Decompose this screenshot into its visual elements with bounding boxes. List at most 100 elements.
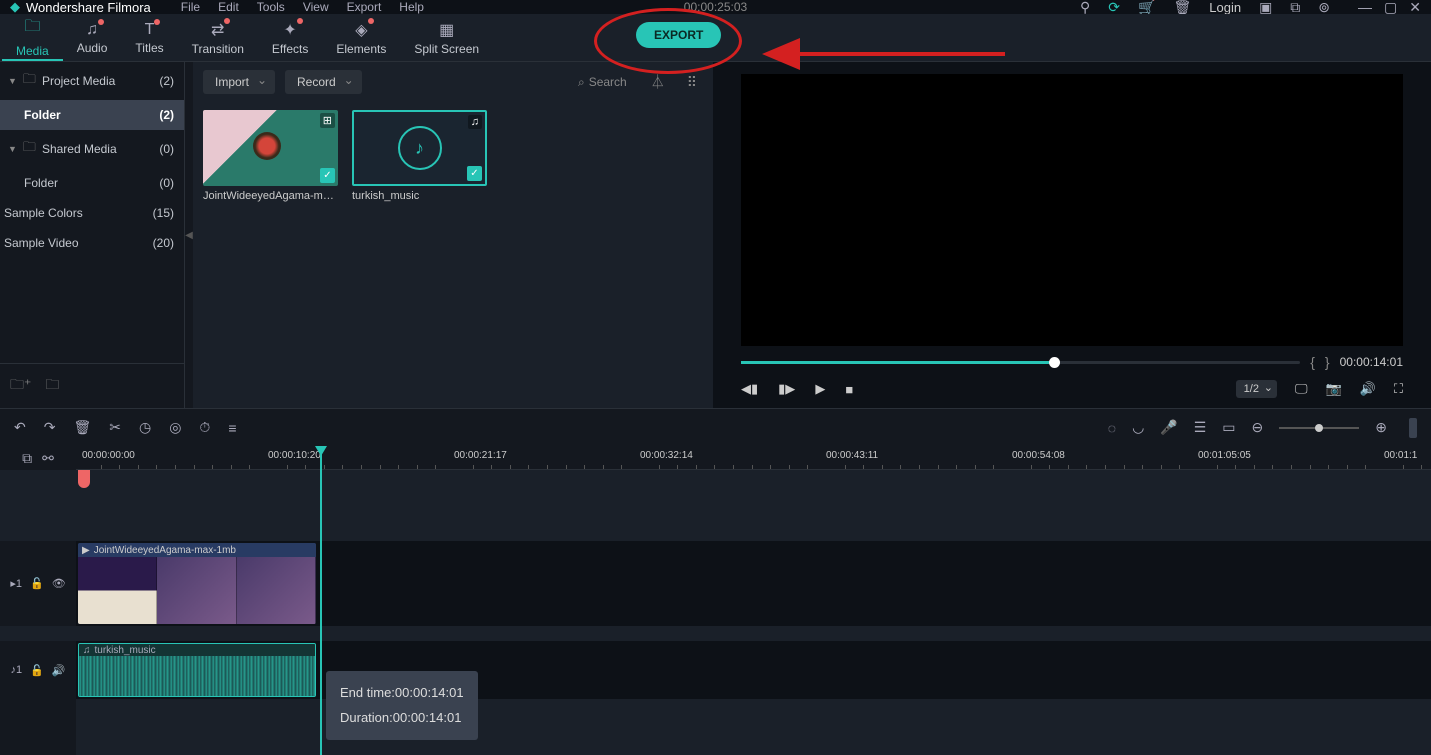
copy-icon[interactable]: ⧉ bbox=[22, 450, 32, 467]
new-folder-icon[interactable]: 🗀⁺ bbox=[10, 374, 31, 398]
mark-out-icon[interactable]: } bbox=[1325, 354, 1330, 370]
menu-file[interactable]: File bbox=[181, 0, 200, 14]
marker-icon[interactable]: ◡ bbox=[1132, 419, 1144, 436]
media-panel: Import Record ⌕ Search ⏃ ⠿ ⊞ ✓ JointWide… bbox=[193, 62, 713, 408]
link-icon[interactable]: ⚯ bbox=[42, 450, 54, 467]
timeline-toolbar: ↶ ↷ 🗑 ✂ ◷ ◎ ⏱ ≡ ◌ ◡ 🎤 ☰ ▭ ⊖ ⊕ bbox=[0, 408, 1431, 446]
lock-icon[interactable]: 🔓 bbox=[30, 577, 44, 590]
preview-video[interactable] bbox=[741, 74, 1403, 346]
speed-icon[interactable]: ◷ bbox=[139, 419, 151, 436]
play-small-icon: ▶ bbox=[82, 545, 90, 556]
sidebar-collapse[interactable]: ◀ bbox=[185, 62, 193, 408]
folder-icon: 🗀 bbox=[23, 70, 36, 92]
tab-label: Media bbox=[16, 44, 49, 58]
video-track-header: ▸1 🔓 👁 bbox=[0, 541, 76, 626]
preview-ratio-select[interactable]: 1/2 bbox=[1236, 380, 1277, 398]
zoom-out-icon[interactable]: ⊖ bbox=[1252, 419, 1264, 436]
lock-icon[interactable]: 🔓 bbox=[30, 664, 44, 677]
display-icon[interactable]: 🖵 bbox=[1295, 381, 1308, 397]
adjust-icon[interactable]: ≡ bbox=[228, 420, 236, 436]
mic-icon[interactable]: 🎤 bbox=[1160, 419, 1177, 436]
tab-transition[interactable]: ⇄ Transition bbox=[178, 14, 258, 61]
filter-icon[interactable]: ⏃ bbox=[645, 72, 671, 92]
sidebar-item-sample-video[interactable]: Sample Video (20) bbox=[0, 228, 184, 258]
tab-titles[interactable]: T Titles bbox=[121, 14, 177, 61]
mixer-icon[interactable]: ☰ bbox=[1194, 419, 1207, 436]
folder-open-icon[interactable]: 🗀 bbox=[45, 374, 59, 398]
sidebar-label: Sample Colors bbox=[4, 206, 83, 220]
menu-edit[interactable]: Edit bbox=[218, 0, 239, 14]
tooltip-end-value: 00:00:14:01 bbox=[395, 685, 464, 700]
chevron-left-icon: ◀ bbox=[185, 230, 193, 241]
menu-help[interactable]: Help bbox=[399, 0, 424, 14]
video-track-body[interactable]: ▶JointWideeyedAgama-max-1mb bbox=[76, 541, 1431, 626]
main-tabs: 🗀 Media ♫ Audio T Titles ⇄ Transition ✦ … bbox=[0, 14, 1431, 62]
redo-icon[interactable]: ↷ bbox=[44, 419, 56, 436]
tab-split-screen[interactable]: ▦ Split Screen bbox=[400, 14, 493, 61]
next-frame-icon[interactable]: ▮▶ bbox=[778, 381, 795, 397]
media-sidebar: ▼🗀Project Media (2) Folder (2) ▼🗀Shared … bbox=[0, 62, 185, 408]
zoom-in-icon[interactable]: ⊕ bbox=[1375, 419, 1387, 436]
visibility-icon[interactable]: 👁 bbox=[52, 577, 66, 590]
crop-icon[interactable]: ◎ bbox=[169, 419, 181, 436]
playhead[interactable] bbox=[320, 446, 322, 755]
audio-clip[interactable]: ♫turkish_music bbox=[78, 643, 316, 697]
sidebar-item-folder[interactable]: Folder (0) bbox=[0, 168, 184, 198]
media-toolbar: Import Record ⌕ Search ⏃ ⠿ bbox=[193, 62, 713, 102]
sidebar-item-sample-colors[interactable]: Sample Colors (15) bbox=[0, 198, 184, 228]
tooltip-dur-value: 00:00:14:01 bbox=[393, 710, 462, 725]
audio-track-body[interactable]: ♫turkish_music bbox=[76, 641, 1431, 699]
count: (15) bbox=[153, 206, 174, 220]
menu-bar: File Edit Tools View Export Help bbox=[181, 0, 424, 14]
mark-in-icon[interactable]: { bbox=[1310, 354, 1315, 370]
volume-icon[interactable]: 🔊 bbox=[1360, 381, 1376, 397]
snapshot-icon[interactable]: 📷 bbox=[1326, 381, 1342, 397]
split-screen-icon: ▦ bbox=[439, 20, 454, 40]
cut-icon[interactable]: ✂ bbox=[109, 419, 121, 436]
tab-media[interactable]: 🗀 Media bbox=[2, 14, 63, 61]
video-track: ▸1 🔓 👁 ▶JointWideeyedAgama-max-1mb bbox=[0, 541, 1431, 626]
check-icon: ✓ bbox=[320, 168, 335, 183]
fit-icon[interactable]: ▭ bbox=[1222, 419, 1235, 436]
export-button[interactable]: EXPORT bbox=[636, 22, 721, 48]
prev-frame-icon[interactable]: ◀▮ bbox=[741, 381, 758, 397]
menu-tools[interactable]: Tools bbox=[257, 0, 285, 14]
preview-panel: { } 00:00:14:01 ◀▮ ▮▶ ▶ ■ 1/2 🖵 📷 🔊 ⛶ bbox=[713, 62, 1431, 408]
zoom-slider[interactable] bbox=[1279, 427, 1359, 429]
preview-slider[interactable] bbox=[741, 361, 1300, 364]
delete-icon[interactable]: 🗑 bbox=[73, 419, 91, 436]
transition-icon: ⇄ bbox=[211, 20, 224, 40]
video-thumbnail: ⊞ ✓ bbox=[203, 110, 338, 186]
import-dropdown[interactable]: Import bbox=[203, 70, 275, 94]
timeline-ruler[interactable]: 00:00:00:0000:00:10:2000:00:21:1700:00:3… bbox=[76, 446, 1431, 470]
track-label: ♪1 bbox=[10, 664, 22, 676]
sidebar-label: Sample Video bbox=[4, 236, 79, 250]
count: (0) bbox=[159, 142, 174, 156]
menu-export[interactable]: Export bbox=[347, 0, 382, 14]
track-height-icon[interactable] bbox=[1409, 418, 1417, 438]
start-marker[interactable] bbox=[78, 470, 90, 488]
stop-icon[interactable]: ■ bbox=[845, 382, 853, 397]
undo-icon[interactable]: ↶ bbox=[14, 419, 26, 436]
login-link[interactable]: Login bbox=[1209, 0, 1241, 15]
sidebar-item-shared-media[interactable]: ▼🗀Shared Media (0) bbox=[0, 130, 184, 168]
media-item-video[interactable]: ⊞ ✓ JointWideeyedAgama-ma... bbox=[203, 110, 338, 202]
search-input[interactable]: ⌕ Search bbox=[578, 75, 635, 90]
play-icon[interactable]: ▶ bbox=[815, 381, 825, 397]
tooltip-end-label: End time: bbox=[340, 685, 395, 700]
tab-elements[interactable]: ◈ Elements bbox=[322, 14, 400, 61]
sidebar-item-project-media[interactable]: ▼🗀Project Media (2) bbox=[0, 62, 184, 100]
media-item-audio[interactable]: ♪ ♫ ✓ turkish_music bbox=[352, 110, 487, 202]
menu-view[interactable]: View bbox=[303, 0, 329, 14]
sidebar-item-folder-active[interactable]: Folder (2) bbox=[0, 100, 184, 130]
fullscreen-icon[interactable]: ⛶ bbox=[1394, 381, 1403, 397]
tab-effects[interactable]: ✦ Effects bbox=[258, 14, 322, 61]
mute-icon[interactable]: 🔊 bbox=[52, 664, 66, 677]
video-clip[interactable]: ▶JointWideeyedAgama-max-1mb bbox=[78, 543, 316, 624]
render-icon[interactable]: ◌ bbox=[1108, 420, 1116, 436]
record-dropdown[interactable]: Record bbox=[285, 70, 362, 94]
tab-audio[interactable]: ♫ Audio bbox=[63, 14, 122, 61]
timer-icon[interactable]: ⏱ bbox=[199, 419, 210, 436]
empty-track-body[interactable] bbox=[76, 699, 1431, 755]
grid-view-icon[interactable]: ⠿ bbox=[681, 74, 703, 91]
